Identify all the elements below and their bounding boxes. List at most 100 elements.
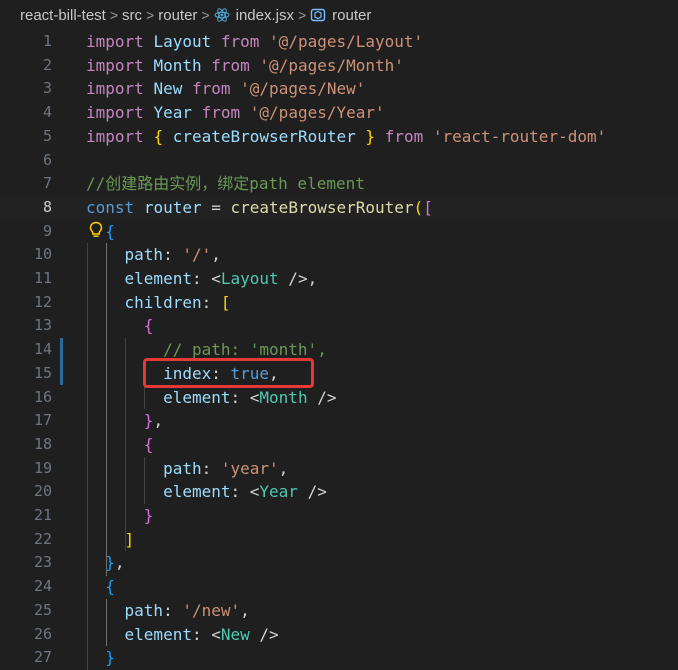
line-number: 19 <box>33 458 52 477</box>
line-number: 4 <box>42 103 52 122</box>
keyword: import <box>86 32 144 51</box>
punctuation: /> <box>307 387 337 407</box>
line-number: 15 <box>33 363 52 382</box>
line-number: 5 <box>42 126 52 145</box>
code-line[interactable]: 3 import New from '@/pages/New' <box>0 77 678 101</box>
line-number: 18 <box>33 434 52 453</box>
breadcrumb-item-symbol[interactable]: router <box>332 7 371 24</box>
component-tag: New <box>220 624 250 644</box>
punctuation <box>375 127 385 146</box>
line-number: 26 <box>33 624 52 643</box>
line-number: 8 <box>42 197 52 216</box>
punctuation <box>202 56 212 75</box>
punctuation <box>423 127 433 146</box>
identifier: element <box>163 387 231 407</box>
punctuation <box>240 103 250 122</box>
line-number: 27 <box>33 648 52 667</box>
line-number: 2 <box>42 55 52 74</box>
breadcrumb-item-src[interactable]: src <box>122 7 142 24</box>
code-line[interactable]: 4 import Year from '@/pages/Year' <box>0 101 678 125</box>
punctuation <box>86 506 144 525</box>
code-line[interactable]: 20 element: <Year /> <box>0 480 678 504</box>
code-text: { <box>86 433 154 457</box>
code-text: import Year from '@/pages/Year' <box>86 101 385 125</box>
breadcrumb-item-project[interactable]: react-bill-test <box>20 7 106 24</box>
breadcrumb-separator: > <box>146 7 155 23</box>
indent-guide <box>106 243 107 576</box>
code-line[interactable]: 11 element: <Layout />, <box>0 267 678 291</box>
comment: //创建路由实例，绑定path element <box>86 174 365 194</box>
punctuation: , <box>278 458 289 478</box>
code-line[interactable]: 17 }, <box>0 409 678 433</box>
breadcrumb: react-bill-test > src > router > index.j… <box>0 0 678 30</box>
code-line[interactable]: 14 // path: 'month', <box>0 338 678 362</box>
punctuation: < <box>249 482 260 502</box>
lightbulb-icon[interactable] <box>88 221 104 239</box>
code-text: { <box>86 314 154 338</box>
bracket: } <box>143 411 154 431</box>
bracket: } <box>143 506 154 525</box>
bracket: ( <box>413 197 424 217</box>
line-number: 6 <box>42 150 52 169</box>
code-text: import { createBrowserRouter } from 'rea… <box>86 125 606 149</box>
punctuation: : <box>163 245 183 265</box>
code-line[interactable]: 22 ] <box>0 528 678 552</box>
code-line[interactable]: 7 //创建路由实例，绑定path element <box>0 172 678 196</box>
code-line[interactable]: 23 }, <box>0 551 678 575</box>
code-editor[interactable]: 27 } 26 element: <New /> 25 path: '/new', 2… <box>0 30 678 670</box>
indent-guide <box>87 243 88 670</box>
punctuation: < <box>249 387 260 407</box>
breadcrumb-separator: > <box>109 7 119 23</box>
line-number: 14 <box>33 340 52 359</box>
code-line[interactable]: 1 import Layout from '@/pages/Layout' <box>0 30 678 54</box>
code-line[interactable]: 19 path: 'year', <box>0 457 678 481</box>
punctuation: />, <box>278 269 318 288</box>
identifier: path <box>124 245 164 265</box>
code-text: //创建路由实例，绑定path element <box>86 172 365 196</box>
code-line[interactable]: 2 import Month from '@/pages/Month' <box>0 54 678 78</box>
breadcrumb-item-router-folder[interactable]: router <box>158 7 197 24</box>
code-line[interactable]: 18 { <box>0 433 678 457</box>
code-line[interactable]: 16 element: <Month /> <box>0 386 678 410</box>
bracket: { <box>153 126 164 146</box>
code-text: { <box>86 575 115 599</box>
punctuation <box>144 79 154 98</box>
identifier: New <box>153 79 183 99</box>
line-number: 7 <box>42 174 52 193</box>
punctuation: : <box>201 458 221 478</box>
code-line[interactable]: 12 children: [ <box>0 291 678 315</box>
line-number: 20 <box>33 482 52 501</box>
code-line[interactable]: 5 import { createBrowserRouter } from 're… <box>0 125 678 149</box>
line-number: 25 <box>33 600 52 619</box>
code-line[interactable]: 15 index: true, <box>0 362 678 386</box>
punctuation <box>86 316 144 335</box>
code-line[interactable]: 27 } <box>0 646 678 670</box>
code-line[interactable]: 24 { <box>0 575 678 599</box>
highlight-annotation-box <box>143 358 314 388</box>
code-line[interactable]: 13 { <box>0 314 678 338</box>
code-line[interactable]: 10 path: '/', <box>0 243 678 267</box>
code-text: element: <Year /> <box>86 480 327 504</box>
code-line[interactable]: 6 <box>0 149 678 173</box>
indent-guide <box>125 338 126 551</box>
string: '/new' <box>182 600 241 620</box>
string: 'react-router-dom' <box>432 126 607 146</box>
code-line[interactable]: 25 path: '/new', <box>0 599 678 623</box>
code-text: element: <Layout />, <box>86 267 318 291</box>
punctuation: /> <box>297 482 327 502</box>
keyword: import <box>86 103 144 123</box>
identifier: element <box>163 482 231 502</box>
breadcrumb-separator: > <box>201 7 210 23</box>
punctuation <box>144 103 154 122</box>
code-line[interactable]: 26 element: <New /> <box>0 623 678 647</box>
code-line[interactable]: 21 } <box>0 504 678 528</box>
bracket: { <box>143 434 154 454</box>
breadcrumb-item-file[interactable]: index.jsx <box>236 7 294 24</box>
code-line[interactable]: 8 const router = createBrowserRouter([ <box>0 195 678 220</box>
punctuation: : <box>230 387 250 407</box>
punctuation <box>134 198 144 217</box>
punctuation: , <box>211 245 221 265</box>
punctuation: : <box>201 292 221 312</box>
punctuation: /> <box>249 624 279 644</box>
keyword: from <box>384 126 424 146</box>
